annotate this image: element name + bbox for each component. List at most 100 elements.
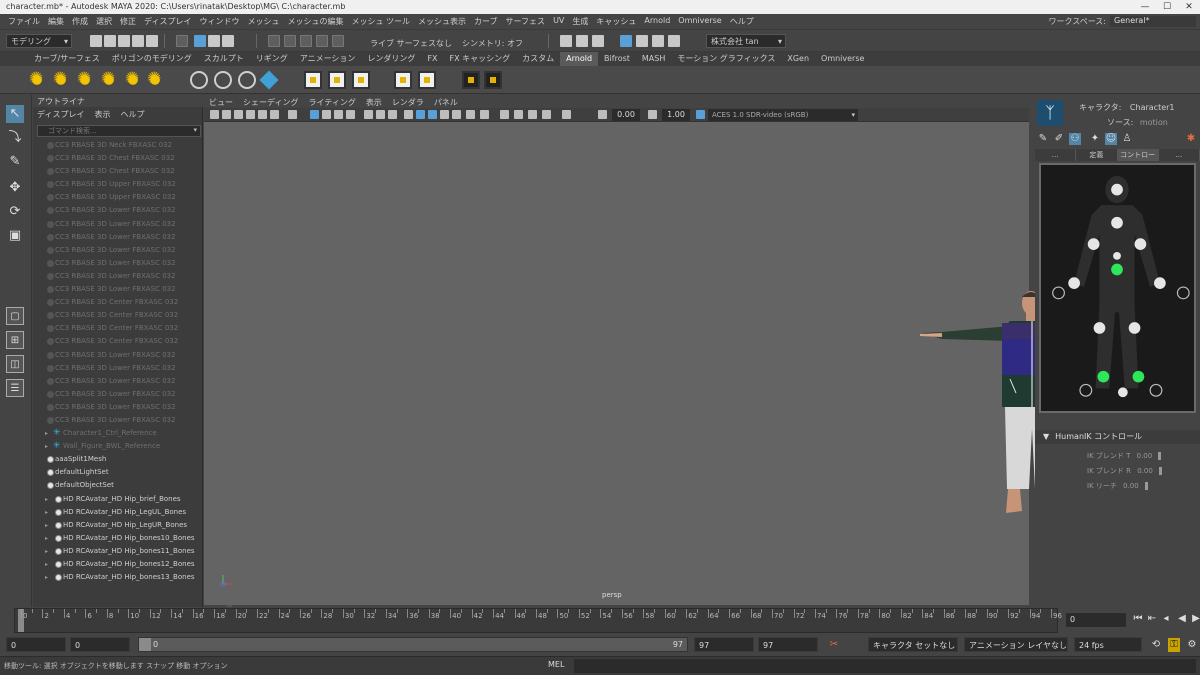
menu-item[interactable]: UV [549,16,568,27]
pause-icon[interactable] [668,35,680,47]
playback-start-field[interactable]: 0 [70,637,130,652]
spot-light-icon[interactable] [100,69,118,89]
outliner-item[interactable]: CC3 RBASE 3D Chest FBXASC 032 [33,152,203,165]
resolution-gate-icon[interactable] [322,110,331,119]
menu-item[interactable]: ヘルプ [726,16,758,27]
pin-icon[interactable]: ✦ [1089,133,1101,145]
outliner-item[interactable]: ▸ ✳ Character1_Ctrl_Reference [33,427,203,440]
xray-active-icon[interactable] [542,110,551,119]
ik-blend-r-row[interactable]: IK ブレンド R 0.00 [1087,466,1162,476]
outliner-item[interactable]: CC3 RBASE 3D Lower FBXASC 032 [33,231,203,244]
grid-icon[interactable] [288,110,297,119]
expand-arrow-icon[interactable]: ▸ [45,532,48,545]
image-plane-icon[interactable] [246,110,255,119]
viewport-menu[interactable]: レンダラ [387,97,429,108]
shelf-tab[interactable]: FX キャッシング [444,52,517,66]
outliner-item[interactable]: CC3 RBASE 3D Center FBXASC 032 [33,335,203,348]
ambient-occlusion-icon[interactable] [452,110,461,119]
outliner-item[interactable]: CC3 RBASE 3D Lower FBXASC 032 [33,244,203,257]
outliner-item[interactable]: ▸ HD RCAvatar_HD Hip_brief_Bones [33,493,203,506]
humanik-tab[interactable]: ... [1158,149,1200,161]
menu-item[interactable]: 生成 [568,16,592,27]
shelf-tab[interactable]: XGen [781,52,815,66]
hypershade-icon[interactable] [620,35,632,47]
joint-icon[interactable] [214,71,232,89]
close-button[interactable]: ✕ [1178,0,1200,14]
outliner-menu-help[interactable]: ヘルプ [120,109,144,120]
expand-arrow-icon[interactable]: ▸ [45,493,48,506]
view-icon[interactable] [462,71,480,89]
constraint-icon[interactable] [394,71,412,89]
humanik-figure[interactable] [1039,163,1196,413]
render-view-icon[interactable] [560,35,572,47]
xray-icon[interactable] [514,110,523,119]
outliner-menu-show[interactable]: 表示 [94,109,110,120]
exposure-icon[interactable] [598,110,607,119]
redo-icon[interactable] [146,35,158,47]
character-row[interactable]: キャラクタ: Character1 [1079,102,1175,113]
menu-item[interactable]: メッシュ [243,16,283,27]
expand-arrow-icon[interactable]: ▸ [45,506,48,519]
paint-select-icon[interactable]: ✎ [6,153,24,171]
undo-icon[interactable] [132,35,144,47]
menu-item[interactable]: Omniverse [674,16,725,27]
slider-icon[interactable] [1144,482,1148,490]
outliner-item[interactable]: CC3 RBASE 3D Lower FBXASC 032 [33,270,203,283]
range-slider-bar[interactable]: 0 97 [138,637,688,652]
wireframe-icon[interactable] [388,110,397,119]
outliner-search-input[interactable]: ゴマンド検索... [37,125,201,137]
ik-reach-value[interactable]: 0.00 [1123,482,1139,490]
outliner-item[interactable]: ▸ HD RCAvatar_HD Hip_bones12_Bones [33,558,203,571]
outliner-item[interactable]: ▸ HD RCAvatar_HD Hip_bones11_Bones [33,545,203,558]
step-back-key-icon[interactable]: ⇤ [1146,612,1158,626]
step-back-icon[interactable]: ◂ [1160,612,1172,626]
outliner-item[interactable]: CC3 RBASE 3D Lower FBXASC 032 [33,204,203,217]
menu-item[interactable]: ファイル [4,16,44,27]
move-tool-icon[interactable]: ✥ [6,179,24,197]
outliner-item[interactable]: CC3 RBASE 3D Center FBXASC 032 [33,309,203,322]
current-time-marker[interactable] [18,609,24,632]
workspace-value[interactable]: General* [1110,16,1196,27]
weights-icon[interactable] [352,71,370,89]
auto-key-icon[interactable]: ⚿ [1168,638,1180,652]
time-ruler[interactable]: 0 2 4 6 8 10 12 14 16 18 20 22 24 26 28 30 32 34 36 38 40 42 4… [14,608,1062,633]
color-space-dropdown[interactable]: ACES 1.0 SDR-video (sRGB) [708,109,858,121]
grease-pencil-icon[interactable] [270,110,279,119]
bind-skin-icon[interactable] [304,71,322,89]
outliner-item[interactable]: CC3 RBASE 3D Lower FBXASC 032 [33,362,203,375]
save-scene-icon[interactable] [118,35,130,47]
login-dropdown[interactable]: 株式会社 tan [706,34,786,49]
shelf-tab[interactable]: Bifrost [598,52,636,66]
select-hierarchy-icon[interactable] [176,35,188,47]
humanik-tab[interactable]: ... [1035,149,1077,161]
workspace-selector[interactable]: ワークスペース: General* [1049,16,1196,27]
outliner-item[interactable]: aaaSplit1Mesh [33,453,203,466]
play-forward-icon[interactable]: ▶ [1190,612,1200,626]
outliner-item[interactable]: CC3 RBASE 3D Upper FBXASC 032 [33,191,203,204]
snap-view-icon[interactable] [316,35,328,47]
menu-item[interactable]: ウィンドウ [195,16,243,27]
character-value[interactable]: Character1 [1130,103,1175,112]
shadows-icon[interactable] [440,110,449,119]
outliner-item[interactable]: ▸ HD RCAvatar_HD Hip_LegUL_Bones [33,506,203,519]
bookmark-icon[interactable] [234,110,243,119]
menu-item[interactable]: メッシュ ツール [347,16,414,27]
minimize-button[interactable]: — [1134,0,1156,14]
shelf-tab[interactable]: スカルプト [198,52,250,66]
isolate-select-icon[interactable] [500,110,509,119]
menu-item[interactable]: 選択 [92,16,116,27]
ipr-render-icon[interactable] [592,35,604,47]
ik-handle-icon[interactable] [238,71,256,89]
shelf-tab[interactable]: FX [421,52,443,66]
ambient-light-icon[interactable] [28,69,46,89]
safe-action-icon[interactable] [364,110,373,119]
select-object-icon[interactable] [194,35,206,47]
ik-blend-r-value[interactable]: 0.00 [1137,467,1153,475]
outliner-item[interactable]: defaultLightSet [33,466,203,479]
play-back-icon[interactable]: ◀ [1176,612,1188,626]
viewport-menu[interactable]: 表示 [361,97,387,108]
outliner-item[interactable]: CC3 RBASE 3D Lower FBXASC 032 [33,283,203,296]
lights-icon[interactable] [428,110,437,119]
outliner-item[interactable]: CC3 RBASE 3D Chest FBXASC 032 [33,165,203,178]
selection-icon[interactable]: ♙ [1121,133,1133,145]
